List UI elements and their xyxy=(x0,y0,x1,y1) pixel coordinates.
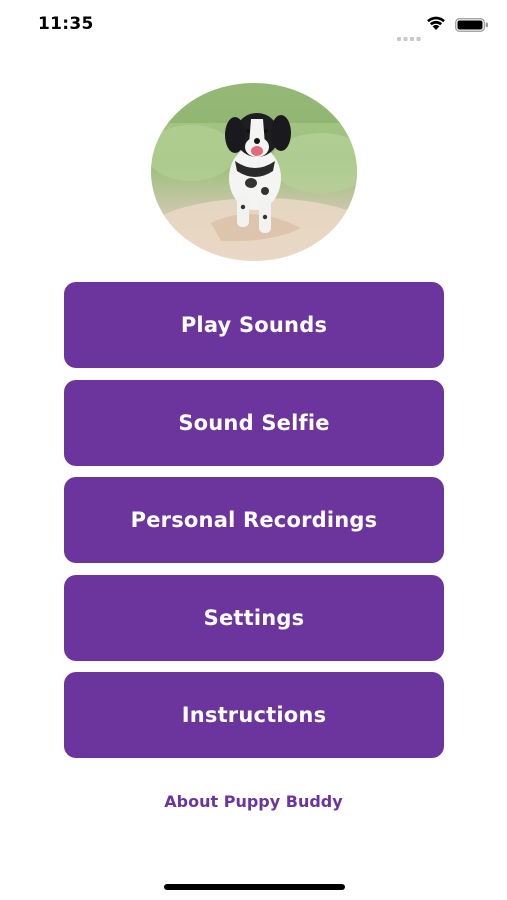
settings-button[interactable]: Settings xyxy=(64,574,444,661)
status-bar: 11:35 xyxy=(0,0,507,52)
about-link[interactable]: About Puppy Buddy xyxy=(0,792,507,811)
status-time: 11:35 xyxy=(38,14,94,34)
instructions-button[interactable]: Instructions xyxy=(64,672,444,758)
battery-icon xyxy=(455,17,489,32)
personal-recordings-button[interactable]: Personal Recordings xyxy=(64,477,444,563)
play-sounds-button[interactable]: Play Sounds xyxy=(64,282,444,368)
home-indicator[interactable] xyxy=(164,884,345,890)
sound-selfie-button[interactable]: Sound Selfie xyxy=(64,379,444,466)
wifi-icon xyxy=(426,15,446,31)
main-menu: Play Sounds Sound Selfie Personal Record… xyxy=(64,282,444,770)
puppy-avatar xyxy=(151,83,357,261)
puppy-photo-icon xyxy=(151,83,357,261)
cellular-signal-icon xyxy=(397,27,421,41)
